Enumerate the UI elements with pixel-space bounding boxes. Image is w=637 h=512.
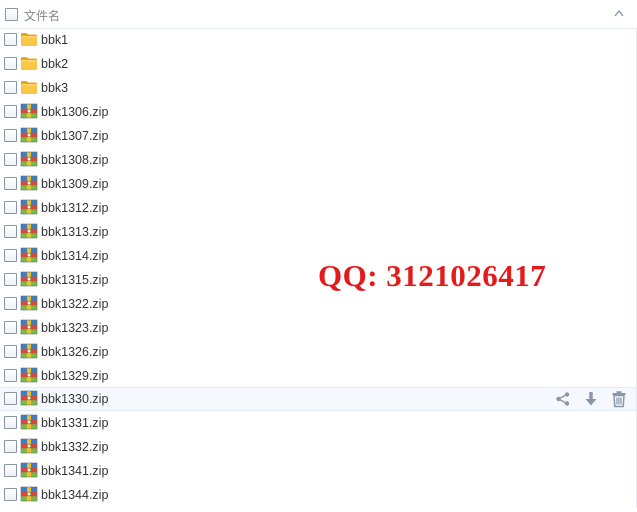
file-row[interactable]: bbk1332.zip <box>0 435 636 459</box>
file-checkbox[interactable] <box>4 273 17 286</box>
download-icon[interactable] <box>582 390 600 408</box>
folder-icon <box>20 79 38 95</box>
file-checkbox[interactable] <box>4 105 17 118</box>
file-name-link[interactable]: bbk1307.zip <box>41 128 108 144</box>
zip-file-icon <box>20 343 38 359</box>
file-name-link[interactable]: bbk1315.zip <box>41 272 108 288</box>
file-row[interactable]: bbk1331.zip <box>0 411 636 435</box>
zip-file-icon <box>20 438 38 454</box>
file-row[interactable]: bbk1306.zip <box>0 100 636 124</box>
file-name-link[interactable]: bbk2 <box>41 56 68 72</box>
file-checkbox[interactable] <box>4 129 17 142</box>
zip-file-icon <box>20 486 38 502</box>
file-name-link[interactable]: bbk1313.zip <box>41 224 108 240</box>
file-row[interactable]: bbk1308.zip <box>0 148 636 172</box>
select-all-checkbox[interactable] <box>5 8 18 21</box>
file-row[interactable]: bbk1329.zip <box>0 364 636 388</box>
file-name-link[interactable]: bbk1306.zip <box>41 104 108 120</box>
file-name-link[interactable]: bbk1331.zip <box>41 415 108 431</box>
file-name-link[interactable]: bbk1312.zip <box>41 200 108 216</box>
file-checkbox[interactable] <box>4 440 17 453</box>
zip-file-icon <box>20 247 38 263</box>
file-name-link[interactable]: bbk3 <box>41 80 68 96</box>
zip-file-icon <box>20 127 38 143</box>
file-checkbox[interactable] <box>4 488 17 501</box>
file-checkbox[interactable] <box>4 153 17 166</box>
file-name-link[interactable]: bbk1344.zip <box>41 487 108 503</box>
zip-file-icon <box>20 103 38 119</box>
column-filename-header[interactable]: 文件名 <box>24 7 60 24</box>
file-row[interactable]: bbk1313.zip <box>0 220 636 244</box>
file-checkbox[interactable] <box>4 201 17 214</box>
zip-file-icon <box>20 390 38 406</box>
file-checkbox[interactable] <box>4 57 17 70</box>
file-row[interactable]: bbk2 <box>0 52 636 76</box>
file-row[interactable]: bbk1309.zip <box>0 172 636 196</box>
file-row[interactable]: bbk3 <box>0 76 636 100</box>
file-row[interactable]: bbk1323.zip <box>0 316 636 340</box>
file-row[interactable]: bbk1330.zip <box>0 387 636 411</box>
zip-file-icon <box>20 319 38 335</box>
folder-icon <box>20 55 38 71</box>
file-name-link[interactable]: bbk1322.zip <box>41 296 108 312</box>
share-icon[interactable] <box>554 390 572 408</box>
zip-file-icon <box>20 199 38 215</box>
file-name-link[interactable]: bbk1329.zip <box>41 368 108 384</box>
file-row[interactable]: bbk1 <box>0 28 636 52</box>
file-checkbox[interactable] <box>4 249 17 262</box>
file-row[interactable]: bbk1307.zip <box>0 124 636 148</box>
file-row[interactable]: bbk1326.zip <box>0 340 636 364</box>
file-checkbox[interactable] <box>4 225 17 238</box>
file-row[interactable]: bbk1341.zip <box>0 459 636 483</box>
file-checkbox[interactable] <box>4 297 17 310</box>
file-checkbox[interactable] <box>4 321 17 334</box>
zip-file-icon <box>20 223 38 239</box>
zip-file-icon <box>20 295 38 311</box>
file-name-link[interactable]: bbk1314.zip <box>41 248 108 264</box>
file-name-link[interactable]: bbk1309.zip <box>41 176 108 192</box>
file-checkbox[interactable] <box>4 33 17 46</box>
file-name-link[interactable]: bbk1330.zip <box>41 391 108 407</box>
file-row[interactable]: bbk1312.zip <box>0 196 636 220</box>
folder-icon <box>20 31 38 47</box>
list-header: 文件名 <box>0 0 637 29</box>
file-name-link[interactable]: bbk1341.zip <box>41 463 108 479</box>
zip-file-icon <box>20 414 38 430</box>
file-name-link[interactable]: bbk1 <box>41 32 68 48</box>
zip-file-icon <box>20 271 38 287</box>
file-checkbox[interactable] <box>4 345 17 358</box>
file-checkbox[interactable] <box>4 369 17 382</box>
file-name-link[interactable]: bbk1326.zip <box>41 344 108 360</box>
qq-watermark: QQ: 3121026417 <box>318 258 547 293</box>
file-checkbox[interactable] <box>4 464 17 477</box>
file-name-link[interactable]: bbk1323.zip <box>41 320 108 336</box>
row-actions <box>554 390 630 408</box>
zip-file-icon <box>20 151 38 167</box>
file-checkbox[interactable] <box>4 177 17 190</box>
zip-file-icon <box>20 462 38 478</box>
file-row[interactable]: bbk1322.zip <box>0 292 636 316</box>
sort-up-icon[interactable] <box>614 9 624 17</box>
zip-file-icon <box>20 175 38 191</box>
file-checkbox[interactable] <box>4 392 17 405</box>
trash-icon[interactable] <box>610 390 628 408</box>
file-name-link[interactable]: bbk1308.zip <box>41 152 108 168</box>
file-checkbox[interactable] <box>4 81 17 94</box>
file-row[interactable]: bbk1344.zip <box>0 483 636 507</box>
file-name-link[interactable]: bbk1332.zip <box>41 439 108 455</box>
file-checkbox[interactable] <box>4 416 17 429</box>
zip-file-icon <box>20 367 38 383</box>
